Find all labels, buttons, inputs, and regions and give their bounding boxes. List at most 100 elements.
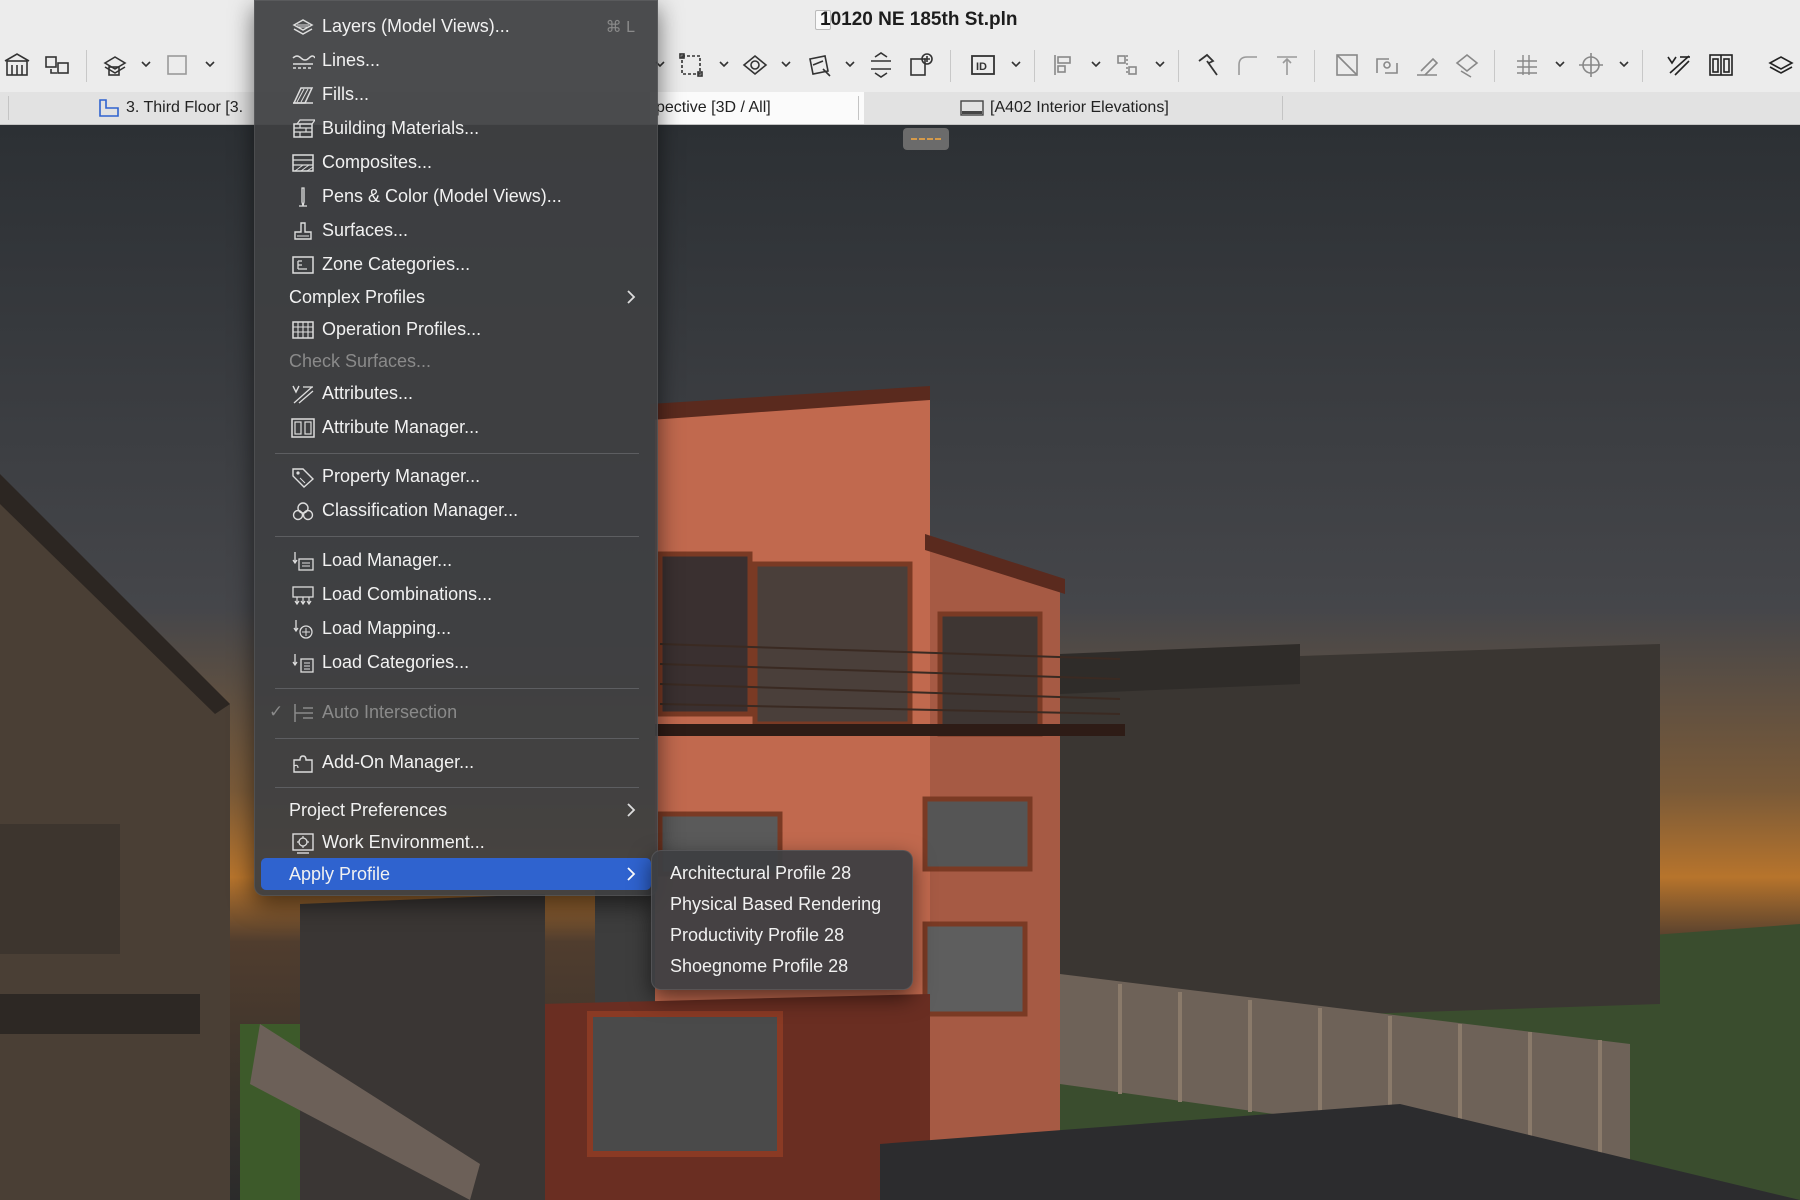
tab-interior-elevations[interactable]: [A402 Interior Elevations] [960, 92, 1280, 124]
fills-icon [292, 87, 314, 104]
menu-item-label: Auto Intersection [322, 702, 458, 722]
chevron-down-icon[interactable] [1154, 58, 1166, 70]
apply-profile-submenu: Architectural Profile 28 Physical Based … [651, 850, 913, 990]
menu-item-label: Building Materials... [322, 118, 480, 138]
grid-snap-icon[interactable] [1512, 50, 1542, 80]
menu-item-label: Load Combinations... [322, 584, 493, 604]
menu-item-add-on-manager[interactable]: Add-On Manager... [261, 746, 651, 778]
building-tool-icon[interactable] [2, 50, 32, 80]
menu-item-label: Load Manager... [322, 550, 453, 570]
extend-icon[interactable] [1272, 50, 1302, 80]
checkmark-icon: ✓ [269, 702, 284, 721]
menu-item-work-environment[interactable]: Work Environment... [261, 826, 651, 858]
chevron-down-icon[interactable] [140, 58, 152, 70]
menu-item-label: Apply Profile [289, 864, 391, 884]
align-icon[interactable] [1050, 50, 1080, 80]
submenu-item-architectural-profile[interactable]: Architectural Profile 28 [670, 863, 851, 893]
distribute-icon[interactable] [1112, 50, 1142, 80]
menu-item-composites[interactable]: Composites... [261, 146, 651, 178]
tab-separator [858, 96, 859, 120]
menu-item-pens-color[interactable]: Pens & Color (Model Views)... [261, 180, 651, 212]
renovation-icon[interactable] [866, 50, 896, 80]
menu-item-project-preferences[interactable]: Project Preferences [261, 794, 651, 826]
menu-item-label: Complex Profiles [289, 287, 426, 307]
marquee-icon[interactable] [676, 50, 706, 80]
chevron-down-icon[interactable] [204, 58, 216, 70]
menu-item-load-mapping[interactable]: Load Mapping... [261, 612, 651, 644]
attributes-icon[interactable] [1664, 50, 1694, 80]
menu-item-label: Layers (Model Views)... [322, 16, 510, 36]
transfer-icon[interactable] [42, 50, 72, 80]
attribute-manager-icon[interactable] [1706, 50, 1736, 80]
menu-item-label: Work Environment... [322, 832, 485, 852]
menu-item-label: Load Categories... [322, 652, 470, 672]
view-drag-handle[interactable] [903, 128, 949, 150]
trim-icon[interactable] [1332, 50, 1362, 80]
load-manager-icon [292, 552, 314, 571]
menu-item-label: Attributes... [322, 383, 414, 403]
menu-item-layers[interactable]: Layers (Model Views)... ⌘ L [261, 10, 651, 42]
composites-icon [292, 154, 314, 172]
load-categories-icon [292, 654, 314, 673]
submenu-item-productivity-profile[interactable]: Productivity Profile 28 [670, 925, 844, 955]
chevron-down-icon[interactable] [718, 58, 730, 70]
layers-icon[interactable] [1766, 50, 1796, 80]
submenu-item-physical-based-rendering[interactable]: Physical Based Rendering [670, 894, 881, 924]
chevron-down-icon[interactable] [780, 58, 792, 70]
menu-item-classification-manager[interactable]: Classification Manager... [261, 494, 651, 526]
submenu-item-shoegnome-profile[interactable]: Shoegnome Profile 28 [670, 956, 848, 986]
frame-icon[interactable] [162, 50, 192, 80]
attribute-manager-icon [291, 418, 315, 438]
menu-item-label: Lines... [322, 50, 381, 70]
menu-item-building-materials[interactable]: Building Materials... [261, 112, 651, 144]
menu-item-label: Check Surfaces... [289, 351, 432, 371]
snap-guides-icon[interactable] [1576, 50, 1606, 80]
layer-combination-icon[interactable] [100, 50, 130, 80]
id-icon[interactable]: ID [968, 50, 998, 80]
chevron-down-icon[interactable] [1618, 58, 1630, 70]
menu-item-fills[interactable]: Fills... [261, 78, 651, 110]
menu-item-surfaces[interactable]: Surfaces... [261, 214, 651, 246]
menu-item-load-combinations[interactable]: Load Combinations... [261, 578, 651, 610]
menu-item-label: Composites... [322, 152, 433, 172]
split-icon[interactable] [1372, 50, 1402, 80]
surfaces-icon [294, 222, 312, 240]
hammer-icon[interactable] [1192, 50, 1222, 80]
menu-separator [275, 787, 639, 788]
menu-item-load-categories[interactable]: Load Categories... [261, 646, 651, 678]
menu-item-attribute-manager[interactable]: Attribute Manager... [261, 411, 651, 443]
menu-item-complex-profiles[interactable]: Complex Profiles [261, 281, 651, 313]
menu-item-zone-categories[interactable]: Zone Categories... [261, 248, 651, 280]
fillet-icon[interactable] [1232, 50, 1262, 80]
menu-item-operation-profiles[interactable]: Operation Profiles... [261, 313, 651, 345]
menu-item-load-manager[interactable]: Load Manager... [261, 544, 651, 576]
menu-item-label: Surfaces... [322, 220, 409, 240]
adjust-icon[interactable] [1412, 50, 1442, 80]
tab-3d-perspective[interactable]: pective [3D / All] [650, 92, 864, 124]
menu-item-apply-profile[interactable]: Apply Profile [261, 858, 651, 890]
layers-icon [292, 19, 314, 35]
operation-profiles-icon [292, 321, 314, 339]
offset-icon[interactable] [1452, 50, 1482, 80]
menu-item-attributes[interactable]: Attributes... [261, 377, 651, 409]
menu-item-label: Project Preferences [289, 800, 448, 820]
chevron-right-icon [627, 867, 636, 881]
chevron-down-icon[interactable] [1090, 58, 1102, 70]
tab-third-floor[interactable]: 3. Third Floor [3. [98, 92, 258, 124]
chevron-down-icon[interactable] [844, 58, 856, 70]
chevron-down-icon[interactable] [1010, 58, 1022, 70]
menu-item-label: Fills... [322, 84, 369, 104]
graphic-override-icon[interactable] [804, 50, 834, 80]
menu-item-lines[interactable]: Lines... [261, 44, 651, 76]
toolbar-separator [1178, 50, 1179, 82]
tab-label: 3. Third Floor [3. [126, 99, 244, 116]
surface-painter-icon[interactable] [740, 50, 770, 80]
tab-separator [8, 96, 9, 120]
menu-item-property-manager[interactable]: Property Manager... [261, 460, 651, 492]
menu-item-check-surfaces: Check Surfaces... [261, 345, 651, 377]
toolbar-separator [1494, 50, 1495, 82]
menu-item-auto-intersection: ✓ Auto Intersection [261, 696, 651, 728]
chevron-down-icon[interactable] [1554, 58, 1566, 70]
publisher-icon[interactable] [906, 50, 936, 80]
chevron-right-icon [627, 290, 636, 304]
